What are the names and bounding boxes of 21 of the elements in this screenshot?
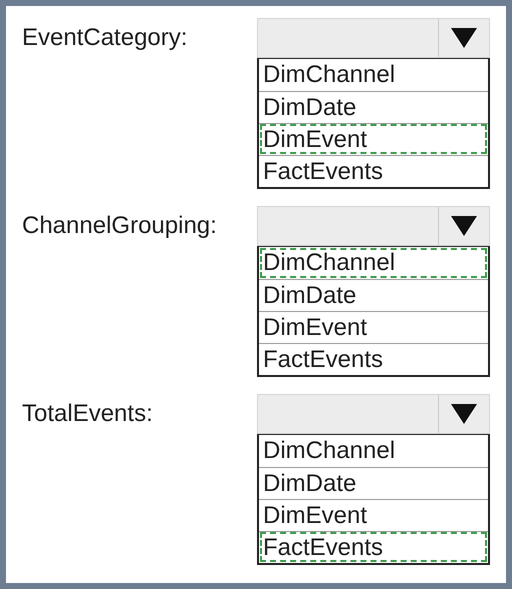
dropdown-option[interactable]: DimChannel	[259, 59, 488, 91]
field-label: TotalEvents:	[22, 399, 153, 429]
dropdown-option[interactable]: FactEvents	[259, 343, 488, 375]
dropdown-field[interactable]	[257, 18, 490, 58]
field-label: ChannelGrouping:	[22, 211, 217, 241]
dropdown-option[interactable]: DimDate	[259, 467, 488, 499]
dropdown-option[interactable]: FactEvents	[259, 155, 488, 187]
dropdown-option[interactable]: DimDate	[259, 279, 488, 311]
dropdown-arrow-icon	[451, 404, 477, 424]
dropdown-option[interactable]: DimDate	[259, 91, 488, 123]
dropdown-option[interactable]: DimEvent	[259, 499, 488, 531]
dropdown-option[interactable]: DimChannel	[259, 435, 488, 467]
dropdown-field[interactable]	[257, 206, 490, 246]
field-label: EventCategory:	[22, 23, 188, 53]
dropdown-option[interactable]: DimEvent	[259, 311, 488, 343]
dropdown-option[interactable]: DimChannel	[259, 247, 488, 279]
dropdown-arrow-icon	[451, 216, 477, 236]
dropdown-option[interactable]: FactEvents	[259, 531, 488, 563]
dropdown-option[interactable]: DimEvent	[259, 123, 488, 155]
dropdown-field[interactable]	[257, 394, 490, 434]
dropdown-arrow-icon	[451, 28, 477, 48]
